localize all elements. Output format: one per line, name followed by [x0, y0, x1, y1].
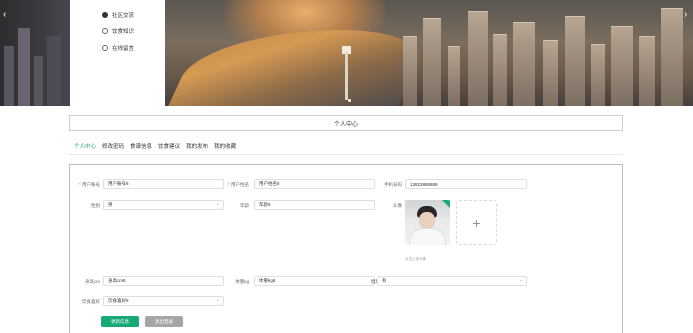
tab-personal-center[interactable]: 个人中心 — [74, 142, 96, 150]
page-title: 个人中心 — [69, 115, 623, 131]
menu-item-label: 饮食知识 — [112, 29, 135, 35]
carousel-prev-icon[interactable]: ‹ — [3, 10, 6, 20]
weight-label: 体重kg — [235, 279, 249, 284]
banner-carousel: 社区交流 饮食知识 在线留言 ‹ › — [0, 0, 693, 106]
banner-image-left — [0, 0, 70, 106]
menu-item-message[interactable]: 在线留言 — [102, 42, 134, 54]
tab-recipe-info[interactable]: 食谱信息 — [130, 142, 152, 150]
health-select[interactable]: 有 — [377, 276, 527, 286]
phone-input[interactable]: 13823888888 — [405, 179, 527, 189]
age-label: 年龄 — [240, 203, 249, 208]
carousel-next-icon[interactable]: › — [684, 10, 687, 20]
menu-item-label: 社区交流 — [112, 13, 135, 19]
menu-item-label: 在线留言 — [112, 46, 135, 52]
tab-my-favorites[interactable]: 我的收藏 — [214, 142, 236, 150]
tabs-divider — [69, 154, 623, 155]
carousel-dot[interactable] — [348, 99, 351, 102]
menu-item-diet-knowledge[interactable]: 饮食知识 — [102, 25, 134, 37]
height-label: 身高cm — [85, 279, 100, 284]
upload-tip: 点击上传头像 — [405, 257, 426, 261]
book-icon — [102, 28, 108, 34]
carousel-indicator[interactable] — [348, 99, 351, 102]
avatar-label: 头像 — [393, 203, 402, 208]
profile-form-panel — [69, 164, 623, 333]
tab-change-password[interactable]: 修改密码 — [102, 142, 124, 150]
avatar-upload-button[interactable]: + — [456, 200, 497, 245]
tab-diet-advice[interactable]: 饮食建议 — [158, 142, 180, 150]
side-menu: 社区交流 饮食知识 在线留言 — [70, 0, 165, 106]
name-label: * 用户姓名 — [227, 182, 249, 187]
user-icon — [102, 12, 108, 18]
diet-select[interactable]: 饮食喜好8 — [103, 296, 224, 306]
plus-icon: + — [472, 214, 481, 231]
gender-label: 性别 — [91, 203, 100, 208]
phone-label: 手机号码 — [384, 182, 402, 187]
tab-my-posts[interactable]: 我的发布 — [186, 142, 208, 150]
avatar[interactable] — [405, 200, 450, 245]
check-icon — [442, 200, 450, 208]
logout-button[interactable]: 退出登录 — [145, 316, 183, 327]
profile-tabs: 个人中心 修改密码 食谱信息 饮食建议 我的发布 我的收藏 — [74, 142, 236, 150]
banner-image-city — [165, 0, 693, 106]
message-icon — [102, 45, 108, 51]
menu-item-community[interactable]: 社区交流 — [102, 9, 134, 21]
update-info-button[interactable]: 更新信息 — [101, 316, 139, 327]
diet-label: 饮食喜好 — [82, 299, 100, 304]
account-label: * 用户账号 — [78, 182, 100, 187]
